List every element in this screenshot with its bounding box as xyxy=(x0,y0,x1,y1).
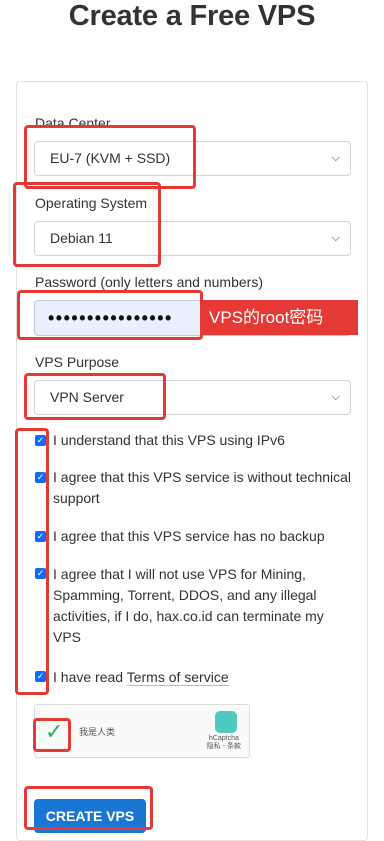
highlight-box xyxy=(24,373,166,420)
captcha-brand-name: hCaptcha xyxy=(208,735,239,742)
tos-checkbox-label: I have read Terms of service xyxy=(53,667,353,688)
captcha-brand: hCaptcha 隐私 - 条款 xyxy=(207,735,241,751)
ipv6-checkbox-label: I understand that this VPS using IPv6 xyxy=(53,432,285,448)
acceptable-use-checkbox-label: I agree that I will not use VPS for Mini… xyxy=(53,566,324,645)
no-support-checkbox-label: I agree that this VPS service is without… xyxy=(53,469,352,506)
chevron-down-icon: ⌵ xyxy=(331,152,340,164)
highlight-box xyxy=(24,786,153,830)
page-title: Create a Free VPS xyxy=(68,0,316,32)
no-backup-checkbox-label: I agree that this VPS service has no bac… xyxy=(53,528,325,544)
highlight-box xyxy=(33,718,71,752)
highlight-box xyxy=(13,182,161,267)
purpose-label: VPS Purpose xyxy=(35,354,120,370)
chevron-down-icon: ⌵ xyxy=(331,232,340,244)
chevron-down-icon: ⌵ xyxy=(331,391,340,403)
tos-link[interactable]: Terms of service xyxy=(126,669,229,686)
root-password-annotation: VPS的root密码 xyxy=(203,300,358,335)
highlight-box xyxy=(24,125,196,189)
captcha-links[interactable]: 隐私 - 条款 xyxy=(207,743,241,751)
tos-prefix: I have read xyxy=(53,669,124,685)
highlight-box xyxy=(17,290,203,340)
captcha-label: 我是人类 xyxy=(79,727,116,737)
password-label: Password (only letters and numbers) xyxy=(35,274,263,290)
hcaptcha-logo-icon xyxy=(215,711,237,733)
highlight-box xyxy=(15,428,49,695)
